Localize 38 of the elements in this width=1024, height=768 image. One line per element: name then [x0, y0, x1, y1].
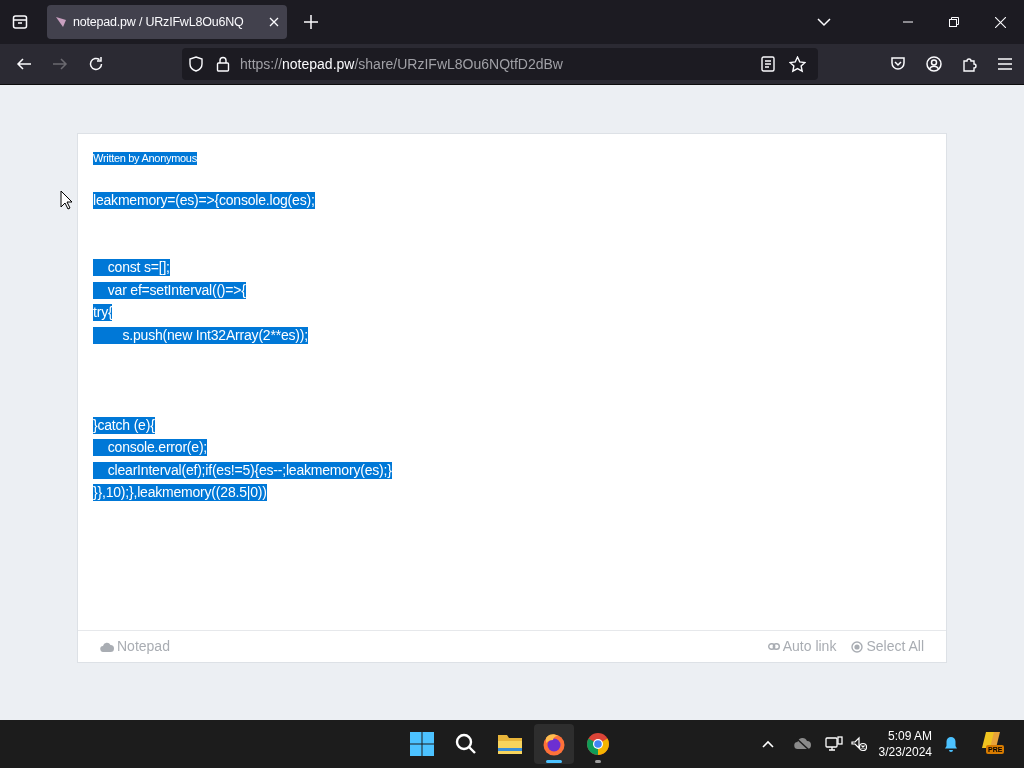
tab-list-icon[interactable] — [12, 14, 28, 30]
chrome-icon — [586, 732, 610, 756]
radio-icon — [851, 640, 864, 653]
close-icon[interactable] — [269, 17, 279, 27]
address-bar[interactable]: https://notepad.pw/share/URzIFwL8Ou6NQtfD2dBw — [182, 48, 818, 80]
cloud-offline-icon[interactable] — [793, 737, 811, 751]
mouse-cursor-icon — [60, 190, 74, 210]
folder-icon — [497, 733, 523, 755]
shield-icon[interactable] — [188, 56, 204, 72]
menu-icon[interactable] — [998, 58, 1012, 70]
windows-icon — [410, 732, 434, 756]
search-icon — [455, 733, 477, 755]
restore-icon[interactable] — [949, 17, 959, 27]
extensions-icon[interactable] — [962, 56, 978, 72]
firefox-button[interactable] — [534, 724, 574, 764]
muted-speaker-icon[interactable] — [850, 736, 867, 752]
firefox-icon — [542, 732, 566, 756]
author-text: Written by Anonymous — [93, 152, 197, 165]
chevron-down-icon[interactable] — [817, 15, 831, 29]
account-icon[interactable] — [926, 56, 942, 72]
back-icon[interactable] — [16, 56, 32, 72]
reload-icon[interactable] — [88, 56, 104, 72]
close-window-icon[interactable] — [995, 16, 1006, 28]
url-text: https://notepad.pw/share/URzIFwL8Ou6NQtfD2dBw — [240, 54, 564, 74]
browser-tab[interactable]: notepad.pw / URzIFwL8Ou6NQ — [47, 5, 287, 39]
network-icon[interactable] — [824, 736, 843, 752]
reader-view-icon[interactable] — [761, 56, 775, 72]
pocket-icon[interactable] — [890, 56, 906, 72]
chevron-up-icon[interactable] — [761, 740, 774, 748]
new-tab-icon[interactable] — [304, 15, 318, 29]
forward-icon[interactable] — [52, 56, 68, 72]
link-icon — [767, 643, 780, 650]
lock-icon[interactable] — [216, 56, 230, 72]
tab-favicon-icon — [55, 16, 67, 28]
bookmark-star-icon[interactable] — [789, 55, 806, 73]
bell-icon[interactable] — [944, 736, 958, 752]
clock[interactable]: 5:09 AM 3/23/2024 — [878, 728, 932, 760]
cloud-icon — [100, 641, 114, 652]
